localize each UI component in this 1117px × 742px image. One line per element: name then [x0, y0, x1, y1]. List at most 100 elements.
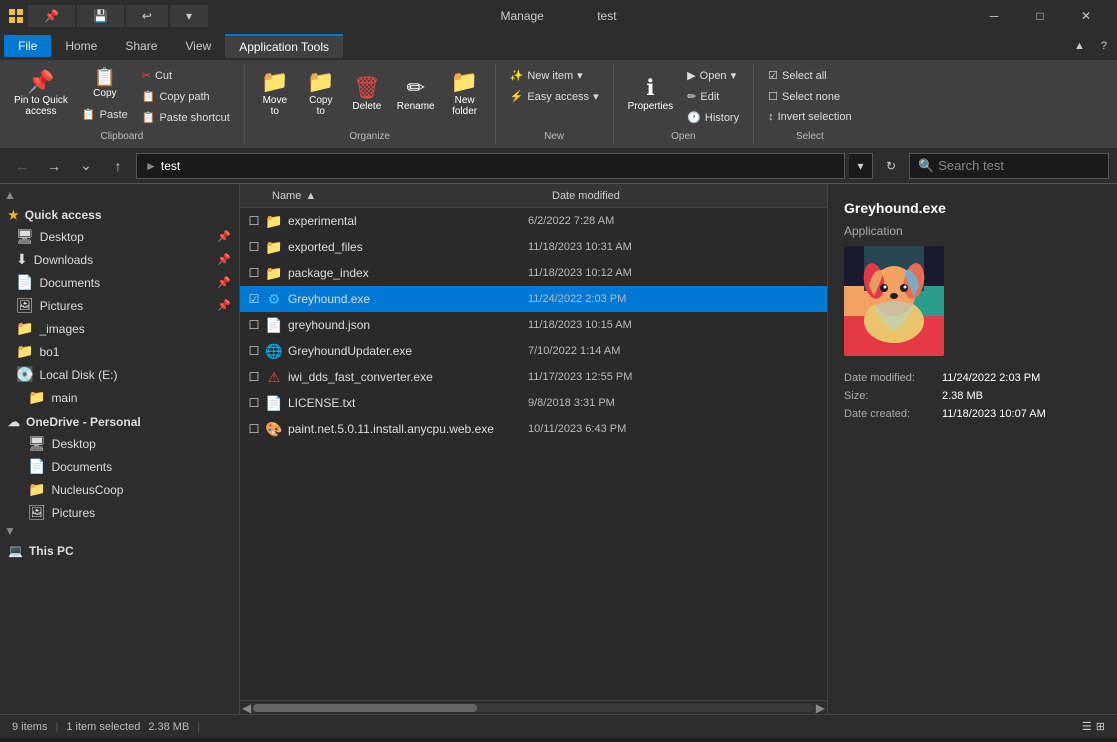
quick-access-toolbar-undo[interactable]: ↩	[126, 5, 168, 27]
up-button[interactable]: ↑	[104, 152, 132, 180]
table-row[interactable]: ☐ 📄 LICENSE.txt 9/8/2018 3:31 PM	[240, 390, 827, 416]
cut-button[interactable]: ✂ Cut	[136, 66, 236, 85]
sidebar-item-onedrive-documents[interactable]: 📄 Documents	[0, 455, 239, 478]
move-to-button[interactable]: 📁 Move to	[253, 66, 297, 122]
easy-access-button[interactable]: ⚡ Easy access ▾	[504, 87, 605, 106]
scrollbar-track[interactable]	[253, 704, 814, 712]
close-button[interactable]: ✕	[1063, 0, 1109, 32]
copy-button[interactable]: 📋 Copy	[76, 66, 134, 101]
sidebar-item-bo1[interactable]: 📁 bo1	[0, 340, 239, 363]
clipboard-label: Clipboard	[100, 127, 143, 142]
view-grid-icon[interactable]: ⊞	[1096, 720, 1105, 733]
window-controls: ─ □ ✕	[971, 0, 1109, 32]
tab-share[interactable]: Share	[111, 35, 171, 57]
sidebar-item-images[interactable]: 📁 _images	[0, 317, 239, 340]
forward-button[interactable]: →	[40, 152, 68, 180]
quick-access-toolbar-pin[interactable]: 📌	[28, 5, 75, 27]
table-row[interactable]: ☐ 📁 package_index 11/18/2023 10:12 AM	[240, 260, 827, 286]
delete-button[interactable]: 🗑 Delete	[345, 66, 389, 122]
row-checkbox[interactable]: ☐	[244, 214, 264, 228]
table-row[interactable]: ☐ 🎨 paint.net.5.0.11.install.anycpu.web.…	[240, 416, 827, 442]
item-count: 9 items	[12, 721, 47, 733]
table-row[interactable]: ☐ 🌐 GreyhoundUpdater.exe 7/10/2022 1:14 …	[240, 338, 827, 364]
scroll-right-arrow[interactable]: ▶	[816, 701, 825, 715]
sidebar-item-desktop[interactable]: 🖥 Desktop 📌	[0, 225, 239, 248]
scrollbar-thumb[interactable]	[253, 704, 477, 712]
horizontal-scrollbar[interactable]: ◀ ▶	[240, 700, 827, 714]
row-checkbox[interactable]: ☐	[244, 318, 264, 332]
maximize-button[interactable]: □	[1017, 0, 1063, 32]
open-button[interactable]: ▶ Open ▾	[681, 66, 745, 85]
status-separator: |	[55, 721, 58, 733]
table-row[interactable]: ☐ 📁 exported_files 11/18/2023 10:31 AM	[240, 234, 827, 260]
onedrive-header[interactable]: ☁ OneDrive - Personal	[0, 409, 239, 432]
table-row[interactable]: ☐ 📁 experimental 6/2/2022 7:28 AM	[240, 208, 827, 234]
tab-file[interactable]: File	[4, 35, 51, 57]
new-item-button[interactable]: ✨ New item ▾	[504, 66, 605, 85]
scroll-left-arrow[interactable]: ◀	[242, 701, 251, 715]
sidebar-item-documents[interactable]: 📄 Documents 📌	[0, 271, 239, 294]
status-bar: 9 items | 1 item selected 2.38 MB | ☰ ⊞	[0, 714, 1117, 738]
row-checkbox[interactable]: ☑	[244, 292, 264, 306]
quick-access-label: Quick access	[25, 208, 102, 222]
search-box[interactable]: 🔍 Search test	[909, 153, 1109, 179]
sidebar-scroll-down[interactable]: ▼	[0, 524, 20, 538]
row-checkbox[interactable]: ☐	[244, 240, 264, 254]
size-status: 2.38 MB	[148, 721, 189, 733]
col-name-header[interactable]: Name ▲	[264, 190, 544, 202]
minimize-button[interactable]: ─	[971, 0, 1017, 32]
recent-locations-button[interactable]: ⌄	[72, 152, 100, 180]
back-button[interactable]: ←	[8, 152, 36, 180]
pin-quick-access-button[interactable]: 📌 Pin to Quick access	[8, 66, 74, 122]
sidebar-scroll-up[interactable]: ▲	[0, 188, 20, 202]
this-pc-header[interactable]: 💻 This PC	[0, 538, 239, 561]
address-dropdown[interactable]: ▾	[849, 153, 873, 179]
quick-access-toolbar-save[interactable]: 💾	[77, 5, 124, 27]
address-path[interactable]: ► test	[136, 153, 845, 179]
sidebar-item-downloads[interactable]: ⬇ Downloads 📌	[0, 248, 239, 271]
open-icon: ▶	[687, 69, 695, 82]
sidebar-item-onedrive-desktop[interactable]: 🖥 Desktop	[0, 432, 239, 455]
col-date-header[interactable]: Date modified	[544, 190, 724, 202]
new-folder-button[interactable]: 📁 New folder	[443, 66, 487, 122]
history-button[interactable]: 🕐 History	[681, 108, 745, 127]
row-checkbox[interactable]: ☐	[244, 422, 264, 436]
folder-icon: 📁	[264, 265, 284, 282]
select-all-button[interactable]: ☑ Select all	[762, 66, 857, 85]
table-row[interactable]: ☐ 📄 greyhound.json 11/18/2023 10:15 AM	[240, 312, 827, 338]
tab-application-tools[interactable]: Application Tools	[225, 34, 343, 58]
onedrive-desktop-icon: 🖥	[28, 435, 46, 452]
properties-button[interactable]: ℹ Properties	[622, 66, 680, 122]
table-row[interactable]: ☐ ⚠ iwi_dds_fast_converter.exe 11/17/202…	[240, 364, 827, 390]
select-none-button[interactable]: ☐ Select none	[762, 87, 857, 106]
row-checkbox[interactable]: ☐	[244, 344, 264, 358]
edit-button[interactable]: ✏ Edit	[681, 87, 745, 106]
paste-button[interactable]: 📋 Paste	[76, 105, 134, 124]
nucleus-label: NucleusCoop	[51, 483, 123, 497]
row-checkbox[interactable]: ☐	[244, 266, 264, 280]
tab-view[interactable]: View	[171, 35, 225, 57]
path-separator: ►	[145, 159, 157, 173]
quick-access-header[interactable]: ★ Quick access	[0, 202, 239, 225]
sidebar-item-pictures[interactable]: 🖼 Pictures 📌	[0, 294, 239, 317]
ribbon-collapse-btn[interactable]: ▲	[1068, 36, 1091, 56]
sidebar-item-main[interactable]: 📁 main	[0, 386, 239, 409]
sidebar-item-nucleus[interactable]: 📁 NucleusCoop	[0, 478, 239, 501]
paste-shortcut-button[interactable]: 📋 Paste shortcut	[136, 108, 236, 127]
sidebar-item-onedrive-pictures[interactable]: 🖼 Pictures	[0, 501, 239, 524]
quick-access-star-icon: ★	[8, 208, 19, 222]
copy-path-button[interactable]: 📋 Copy path	[136, 87, 236, 106]
table-row[interactable]: ☑ ⚙ Greyhound.exe 11/24/2022 2:03 PM	[240, 286, 827, 312]
quick-access-toolbar-more[interactable]: ▾	[170, 5, 208, 27]
view-list-icon[interactable]: ☰	[1082, 720, 1092, 733]
sidebar-item-local-disk[interactable]: 💽 Local Disk (E:)	[0, 363, 239, 386]
refresh-button[interactable]: ↻	[877, 152, 905, 180]
ribbon-help-btn[interactable]: ?	[1095, 36, 1113, 56]
rename-button[interactable]: ✏ Rename	[391, 66, 441, 122]
invert-selection-button[interactable]: ↕ Invert selection	[762, 108, 857, 126]
row-checkbox[interactable]: ☐	[244, 396, 264, 410]
select-buttons: ☑ Select all ☐ Select none ↕ Invert sele…	[762, 66, 857, 127]
row-checkbox[interactable]: ☐	[244, 370, 264, 384]
copy-to-button[interactable]: 📁 Copy to	[299, 66, 343, 122]
tab-home[interactable]: Home	[51, 35, 111, 57]
